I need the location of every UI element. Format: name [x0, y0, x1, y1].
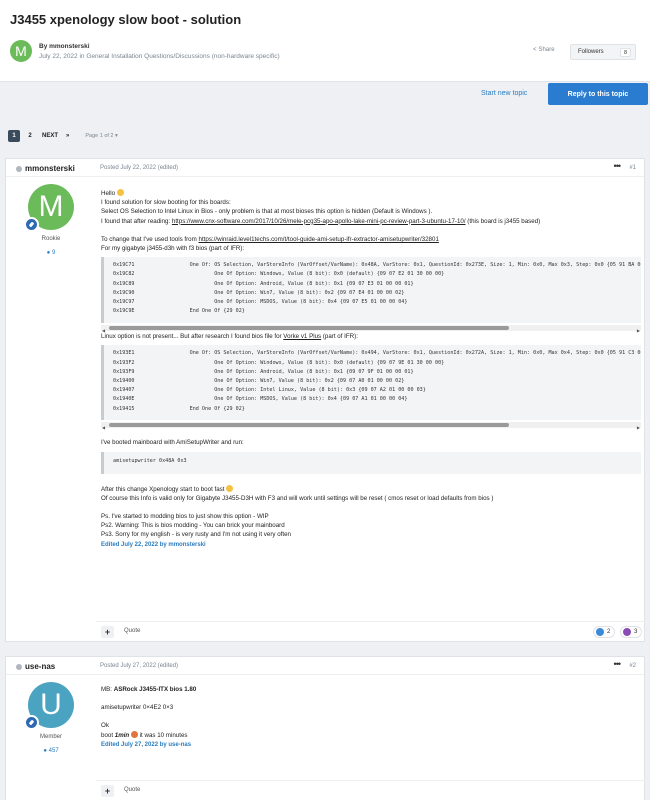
reaction-upvote[interactable]: 3	[620, 626, 643, 638]
post-menu-icon[interactable]: •••	[614, 161, 622, 171]
code-scrollbar[interactable]: ◀ ▶	[101, 325, 641, 333]
offline-status-icon	[16, 663, 22, 670]
start-new-topic-link[interactable]: Start new topic	[481, 90, 527, 97]
post-1: mmonsterski Posted July 22, 2022 (edited…	[5, 158, 645, 642]
post-footer: + Quote	[96, 780, 645, 800]
post-number[interactable]: #2	[629, 663, 636, 669]
topic-date: July 22, 2022 in General Installation Qu…	[39, 52, 280, 60]
reputation-count: ● 9	[46, 250, 56, 256]
followers-label: Followers	[578, 49, 604, 55]
cnx-software-link[interactable]: https://www.cnx-software.com/2017/10/26/…	[172, 218, 466, 225]
vorke-link[interactable]: Vorke v1 Plus	[283, 333, 321, 340]
reaction-thumbs-up[interactable]: 2	[593, 626, 616, 638]
pagination: 1 2 NEXT » Page 1 of 2 ▾	[8, 130, 118, 142]
topic-title: J3455 xpenology slow boot - solution	[10, 12, 242, 27]
rank-badge-icon	[24, 715, 39, 730]
member-rank: Rookie	[41, 236, 61, 242]
member-rank: Member	[39, 734, 62, 740]
code-block: amisetupwriter 0x48A 0x3	[101, 451, 641, 474]
multiquote-button[interactable]: +	[101, 785, 114, 797]
quote-button[interactable]: Quote	[124, 787, 140, 793]
avatar[interactable]: U	[24, 682, 74, 730]
post-date: Posted July 22, 2022 (edited)	[100, 165, 179, 171]
share-button[interactable]: < Share	[533, 47, 555, 53]
code-block: 0x193E1 One Of: OS Selection, VarStoreIn…	[101, 345, 641, 421]
smile-emoji-icon	[226, 484, 234, 492]
post-content: Hello I found solution for slow booting …	[101, 189, 641, 550]
post-author[interactable]: mmonsterski	[16, 164, 75, 173]
page-2-button[interactable]: 2	[24, 130, 36, 142]
post-author[interactable]: use-nas	[16, 662, 55, 671]
code-block: 0x19C71 One Of: OS Selection, VarStoreIn…	[101, 257, 641, 324]
topic-author: M By mmonsterski July 22, 2022 in Genera…	[10, 40, 280, 62]
post-number[interactable]: #1	[629, 165, 636, 171]
comment-icon: ●	[46, 250, 51, 256]
page-1-button[interactable]: 1	[8, 130, 20, 142]
comment-icon: ●	[43, 748, 47, 754]
post-date: Posted July 27, 2022 (edited)	[100, 663, 179, 669]
post-footer: + Quote 2 3	[96, 621, 645, 641]
last-page-button[interactable]: »	[66, 133, 69, 139]
post-menu-icon[interactable]: •••	[614, 659, 622, 669]
edited-note: Edited July 27, 2022 by use-nas	[101, 741, 192, 748]
next-page-button[interactable]: NEXT	[42, 133, 58, 139]
code-scrollbar[interactable]: ◀ ▶	[101, 422, 641, 430]
share-icon: <	[533, 47, 537, 53]
smile-emoji-icon	[116, 189, 124, 196]
post-content: MB: ASRock J3455-ITX bios 1.80 amisetupw…	[101, 685, 641, 750]
followers-button[interactable]: Followers 8	[570, 44, 636, 60]
thumbs-up-icon	[596, 628, 604, 636]
topic-author-name[interactable]: By mmonsterski	[39, 43, 280, 50]
post-2: use-nas Posted July 27, 2022 (edited) ••…	[5, 656, 645, 800]
author-panel: U Member ● 457	[6, 675, 96, 754]
emoji-icon	[130, 730, 138, 738]
followers-count: 8	[619, 48, 631, 57]
share-label: Share	[538, 47, 555, 53]
reputation-count: ● 457	[43, 748, 59, 754]
page-jump-dropdown[interactable]: Page 1 of 2 ▾	[85, 133, 117, 139]
avatar[interactable]: M	[10, 40, 32, 62]
edited-note: Edited July 22, 2022 by mmonsterski	[101, 541, 206, 548]
rank-badge-icon	[24, 217, 39, 232]
upvote-icon	[623, 628, 631, 636]
offline-status-icon	[16, 165, 22, 172]
avatar[interactable]: M	[24, 184, 74, 232]
multiquote-button[interactable]: +	[101, 626, 114, 638]
quote-button[interactable]: Quote	[124, 628, 140, 634]
reply-button[interactable]: Reply to this topic	[548, 83, 648, 105]
winraid-link[interactable]: https://winraid.level1techs.com/t/tool-g…	[199, 236, 439, 243]
author-panel: M Rookie ● 9	[6, 177, 96, 256]
